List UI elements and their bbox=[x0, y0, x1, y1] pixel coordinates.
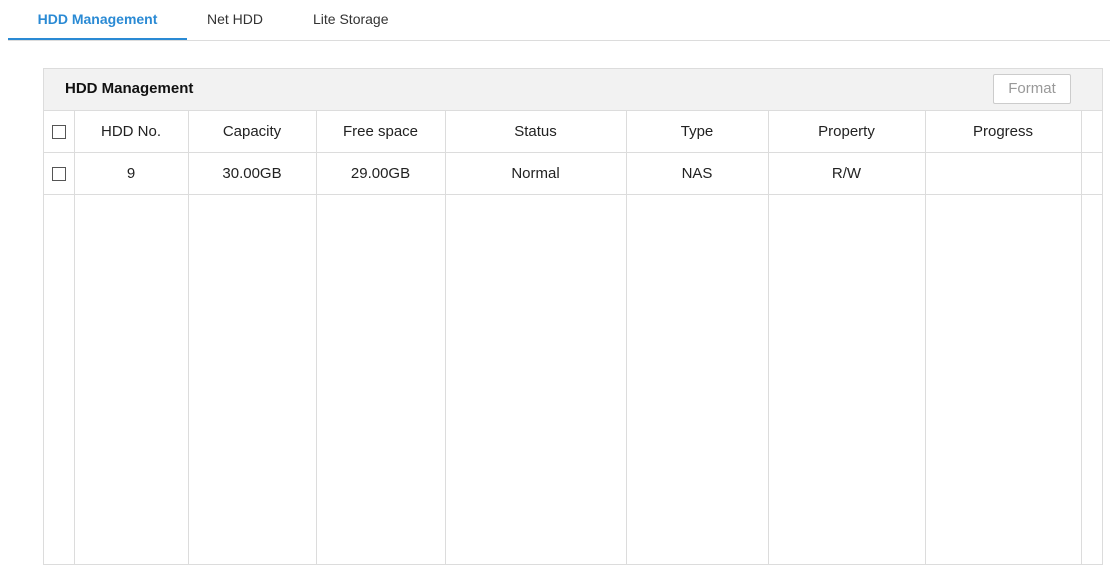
cell-free-space: 29.00GB bbox=[315, 152, 445, 195]
hdd-table: HDD No. Capacity Free space Status Type … bbox=[44, 110, 1102, 564]
tab-hdd-management[interactable]: HDD Management bbox=[8, 0, 187, 40]
column-header-status: Status bbox=[444, 110, 626, 153]
row-select-cell bbox=[44, 152, 74, 195]
tab-bar: HDD Management Net HDD Lite Storage bbox=[8, 0, 1110, 41]
cell-progress bbox=[924, 152, 1081, 195]
panel-header: HDD Management Format bbox=[44, 69, 1102, 110]
empty-table-area bbox=[44, 194, 1102, 564]
column-header-free-space: Free space bbox=[315, 110, 445, 153]
select-all-cell bbox=[44, 110, 74, 153]
column-header-spacer bbox=[1080, 110, 1102, 153]
cell-hdd-no: 9 bbox=[73, 152, 188, 195]
cell-property: R/W bbox=[767, 152, 925, 195]
table-row[interactable]: 9 30.00GB 29.00GB Normal NAS R/W bbox=[44, 152, 1102, 195]
format-button[interactable]: Format bbox=[993, 74, 1071, 104]
tab-net-hdd[interactable]: Net HDD bbox=[207, 0, 263, 39]
row-checkbox[interactable] bbox=[51, 167, 66, 182]
select-all-checkbox[interactable] bbox=[51, 125, 66, 140]
panel-title: HDD Management bbox=[65, 80, 194, 97]
hdd-management-panel: HDD Management Format HDD No. Capacity F… bbox=[43, 68, 1103, 565]
cell-capacity: 30.00GB bbox=[187, 152, 316, 195]
column-header-progress: Progress bbox=[924, 110, 1081, 153]
column-header-hdd-no: HDD No. bbox=[73, 110, 188, 153]
cell-status: Normal bbox=[444, 152, 626, 195]
column-header-property: Property bbox=[767, 110, 925, 153]
column-header-type: Type bbox=[625, 110, 768, 153]
tab-lite-storage[interactable]: Lite Storage bbox=[313, 0, 389, 39]
column-header-capacity: Capacity bbox=[187, 110, 316, 153]
table-header-row: HDD No. Capacity Free space Status Type … bbox=[44, 110, 1102, 153]
cell-spacer bbox=[1080, 152, 1102, 195]
cell-type: NAS bbox=[625, 152, 768, 195]
